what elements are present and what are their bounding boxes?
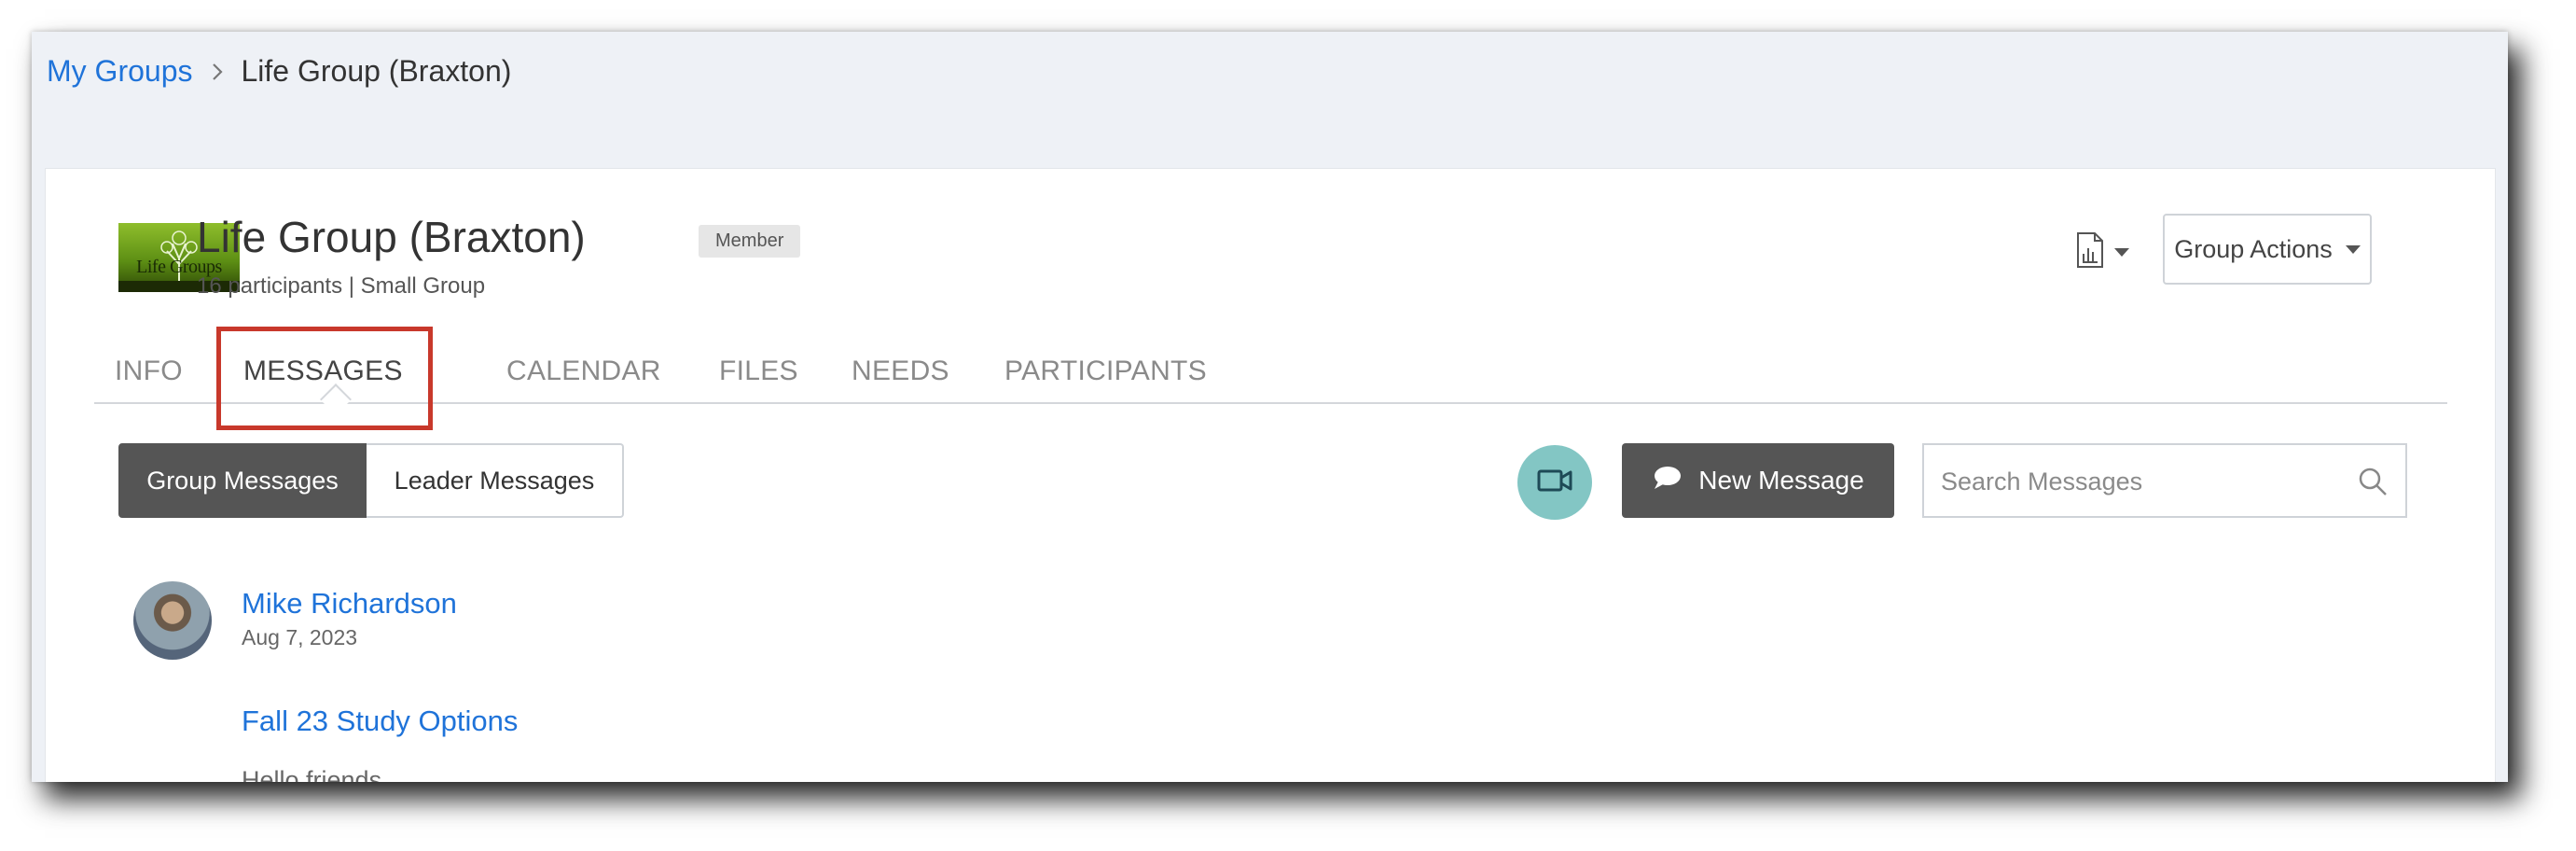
search-messages-input[interactable]	[1939, 462, 2353, 501]
app-window: My Groups Life Group (Braxton) Life Grou…	[32, 32, 2508, 782]
leader-messages-toggle[interactable]: Leader Messages	[367, 443, 624, 518]
video-call-button[interactable]	[1517, 445, 1592, 520]
breadcrumb: My Groups Life Group (Braxton)	[47, 54, 511, 89]
group-messages-toggle[interactable]: Group Messages	[118, 443, 367, 518]
group-card: Life Groups Life Group (Braxton) Member …	[45, 168, 2496, 782]
tab-files[interactable]: FILES	[719, 356, 798, 387]
document-report-icon	[2075, 231, 2105, 273]
breadcrumb-current: Life Group (Braxton)	[241, 54, 512, 88]
caret-down-icon	[2345, 244, 2361, 254]
member-badge: Member	[699, 225, 801, 258]
active-tab-pointer	[320, 384, 352, 415]
tab-participants[interactable]: PARTICIPANTS	[1004, 356, 1207, 387]
tab-calendar[interactable]: CALENDAR	[506, 356, 661, 387]
new-message-button[interactable]: New Message	[1622, 443, 1894, 518]
new-message-label: New Message	[1698, 466, 1864, 495]
chat-bubble-icon	[1652, 465, 1682, 497]
group-actions-button[interactable]: Group Actions	[2163, 214, 2372, 285]
video-camera-icon	[1536, 467, 1573, 499]
tab-messages[interactable]: MESSAGES	[243, 356, 403, 387]
message-author-link[interactable]: Mike Richardson	[242, 587, 457, 621]
group-subtitle: 16 participants | Small Group	[197, 273, 486, 299]
report-dropdown-button[interactable]	[2075, 230, 2150, 273]
tab-info[interactable]: INFO	[115, 356, 183, 387]
caret-down-icon	[2114, 247, 2129, 257]
chevron-right-icon	[211, 62, 224, 82]
breadcrumb-my-groups-link[interactable]: My Groups	[47, 54, 192, 89]
group-actions-label: Group Actions	[2174, 234, 2333, 263]
message-title-link[interactable]: Fall 23 Study Options	[242, 705, 518, 738]
group-tabs: INFO MESSAGES CALENDAR FILES NEEDS PARTI…	[94, 337, 2447, 415]
tab-needs[interactable]: NEEDS	[852, 356, 949, 387]
message-date: Aug 7, 2023	[242, 625, 358, 649]
search-messages-box	[1922, 443, 2407, 518]
avatar[interactable]	[133, 581, 212, 660]
message-body: Hello friends,	[242, 766, 389, 782]
search-icon[interactable]	[2357, 466, 2389, 502]
group-title: Life Group (Braxton)	[197, 213, 586, 261]
